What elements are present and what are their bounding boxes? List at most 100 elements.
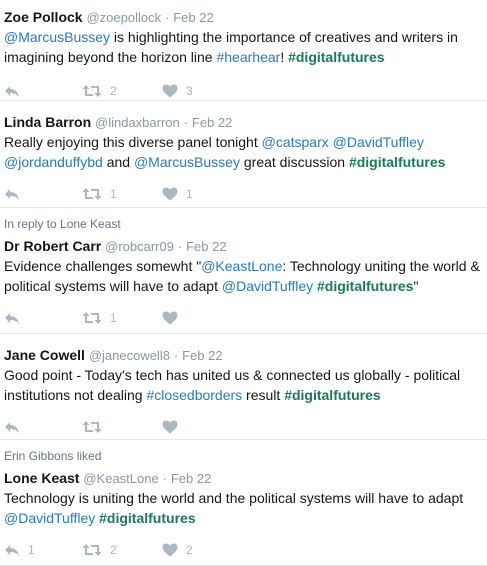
reply-button[interactable] [4, 311, 54, 325]
hashtag-link[interactable]: #digitalfutures [288, 49, 384, 65]
tweet-text: Evidence challenges somewht "@KeastLone:… [4, 256, 487, 296]
retweet-button[interactable] [82, 420, 162, 434]
author-handle[interactable]: @zoepollock [86, 10, 161, 25]
author-handle[interactable]: @lindaxbarron [95, 115, 180, 130]
tweet-header: Lone Keast @KeastLone · Feb 22 [4, 469, 487, 488]
reply-icon [5, 86, 19, 97]
text-segment: : Technology uniting the world & [282, 258, 480, 274]
text-segment: " [413, 278, 419, 294]
tweet-header: Zoe Pollock @zoepollock · Feb 22 [4, 8, 487, 27]
tweet-item[interactable]: In reply to Lone Keast Dr Robert Carr @r… [0, 208, 487, 334]
reply-icon [5, 189, 19, 200]
reply-button[interactable]: 1 [4, 543, 54, 557]
text-segment: imagining beyond the horizon line [4, 49, 217, 65]
separator-dot: · [183, 115, 188, 130]
like-count: 1 [186, 187, 193, 201]
retweet-count: 1 [110, 311, 117, 325]
tweet-date[interactable]: Feb 22 [182, 348, 222, 363]
author-name[interactable]: Jane Cowell [4, 347, 85, 363]
text-segment: political systems will have to adapt [4, 278, 222, 294]
reply-button[interactable] [4, 420, 54, 434]
retweet-icon [82, 188, 102, 200]
separator-dot: · [164, 10, 170, 25]
retweet-button[interactable]: 2 [82, 84, 162, 98]
retweet-count: 1 [110, 187, 117, 201]
reply-button[interactable] [4, 187, 54, 201]
text-segment: and [102, 154, 134, 170]
author-handle[interactable]: @KeastLone [83, 471, 158, 486]
author-name[interactable]: Lone Keast [4, 470, 79, 486]
mention-link[interactable]: @jordanduffybd [4, 154, 103, 170]
retweet-button[interactable]: 1 [82, 187, 162, 201]
text-segment: ! [280, 49, 289, 65]
reply-button[interactable] [4, 84, 54, 98]
tweet-header: Linda Barron @lindaxbarron · Feb 22 [4, 113, 487, 132]
tweet-date[interactable]: Feb 22 [171, 471, 211, 486]
tweet-actions [4, 413, 487, 439]
author-name[interactable]: Linda Barron [4, 114, 91, 130]
heart-icon [162, 543, 178, 557]
hashtag-link[interactable]: #digitalfutures [284, 387, 380, 403]
heart-icon [162, 311, 178, 325]
reply-icon [5, 545, 19, 556]
reply-icon [5, 422, 19, 433]
tweet-text: @MarcusBussey is highlighting the import… [4, 27, 487, 67]
retweet-button[interactable]: 2 [82, 543, 162, 557]
tweet-actions: 1 1 [4, 180, 487, 207]
hashtag-link[interactable]: #digitalfutures [99, 510, 195, 526]
retweet-icon [82, 421, 102, 433]
author-handle[interactable]: @robcarr09 [105, 239, 174, 254]
heart-icon [162, 420, 178, 434]
hashtag-link[interactable]: #digitalfutures [349, 154, 445, 170]
hashtag-link[interactable]: #hearhear [216, 49, 280, 65]
separator-dot: · [177, 239, 183, 254]
retweet-count: 2 [110, 84, 117, 98]
like-count: 3 [186, 84, 193, 98]
like-button[interactable]: 2 [162, 543, 222, 557]
tweet-text: Technology is uniting the world and the … [4, 488, 487, 528]
tweet-text: Good point - Today's tech has united us … [4, 365, 487, 405]
mention-link[interactable]: @MarcusBussey [4, 29, 110, 45]
tweet-feed: Zoe Pollock @zoepollock · Feb 22 @Marcus… [0, 0, 487, 566]
like-count: 2 [186, 543, 193, 557]
like-button[interactable]: 1 [162, 187, 222, 201]
text-segment: Evidence challenges somewht " [4, 258, 202, 274]
hashtag-link[interactable]: #digitalfutures [317, 278, 413, 294]
mention-link[interactable]: @KeastLone [201, 258, 282, 274]
heart-icon [162, 187, 178, 201]
tweet-item[interactable]: Zoe Pollock @zoepollock · Feb 22 @Marcus… [0, 0, 487, 101]
tweet-actions: 1 2 2 [4, 536, 487, 564]
tweet-item[interactable]: Linda Barron @lindaxbarron · Feb 22 Real… [0, 101, 487, 208]
retweet-icon [82, 544, 102, 556]
text-segment: Really enjoying this diverse panel tonig… [4, 134, 262, 150]
text-segment: great discussion [239, 154, 349, 170]
tweet-item[interactable]: Erin Gibbons liked Lone Keast @KeastLone… [0, 440, 487, 566]
tweet-actions: 1 [4, 304, 487, 332]
like-button[interactable] [162, 420, 222, 434]
like-button[interactable] [162, 311, 222, 325]
mention-link[interactable]: @DavidTuffley [4, 510, 95, 526]
liked-context[interactable]: Erin Gibbons liked [4, 440, 487, 464]
author-name[interactable]: Zoe Pollock [4, 9, 83, 25]
tweet-date[interactable]: Feb 22 [186, 239, 226, 254]
tweet-text: Really enjoying this diverse panel tonig… [4, 132, 487, 172]
separator-dot: · [173, 348, 179, 363]
tweet-date[interactable]: Feb 22 [192, 115, 232, 130]
author-name[interactable]: Dr Robert Carr [4, 238, 101, 254]
retweet-icon [82, 312, 102, 324]
reply-icon [5, 313, 19, 324]
retweet-icon [82, 85, 102, 97]
heart-icon [162, 84, 178, 98]
hashtag-link[interactable]: #closedborders [146, 387, 242, 403]
reply-context[interactable]: In reply to Lone Keast [4, 208, 487, 232]
like-button[interactable]: 3 [162, 84, 222, 98]
tweet-item[interactable]: Jane Cowell @janecowell8 · Feb 22 Good p… [0, 334, 487, 440]
retweet-button[interactable]: 1 [82, 311, 162, 325]
author-handle[interactable]: @janecowell8 [89, 348, 170, 363]
tweet-date[interactable]: Feb 22 [173, 10, 213, 25]
mention-link[interactable]: @DavidTuffley [333, 134, 424, 150]
mention-link[interactable]: @MarcusBussey [134, 154, 240, 170]
mention-link[interactable]: @DavidTuffley [222, 278, 313, 294]
text-segment: result [242, 387, 285, 403]
mention-link[interactable]: @catsparx [262, 134, 329, 150]
